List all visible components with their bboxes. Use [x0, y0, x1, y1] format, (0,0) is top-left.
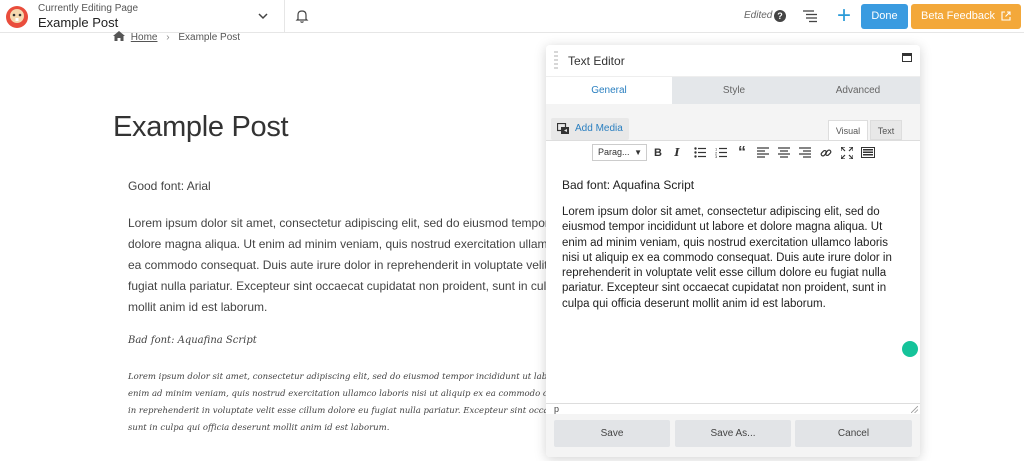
page-caption: Currently Editing Page [38, 3, 139, 14]
cancel-button[interactable]: Cancel [795, 420, 912, 447]
home-icon [113, 31, 125, 41]
editor-paragraph-text: Lorem ipsum dolor sit amet, consectetur … [562, 206, 892, 310]
add-media-label: Add Media [575, 123, 623, 134]
top-bar: Currently Editing Page Example Post Edit… [0, 0, 1024, 33]
window-icon[interactable] [902, 53, 912, 62]
editor-heading-text: Bad font: Aquafina Script [562, 178, 695, 192]
keyboard-icon[interactable] [860, 145, 876, 161]
tab-advanced[interactable]: Advanced [796, 77, 920, 104]
panel-body: Add Media Visual Text Parag... ▼ B I 123… [546, 104, 920, 415]
rich-text-editor[interactable]: Parag... ▼ B I 123 “ Bad font: Aquafina … [546, 140, 920, 415]
panel-header[interactable]: Text Editor [546, 45, 920, 77]
add-content-icon[interactable]: + [836, 4, 852, 28]
element-path[interactable]: p [554, 404, 559, 414]
align-center-icon[interactable] [776, 145, 792, 161]
breadcrumb-current: Example Post [178, 32, 241, 43]
beta-feedback-label: Beta Feedback [921, 10, 995, 22]
blockquote-icon[interactable]: “ [734, 145, 750, 161]
tab-style[interactable]: Style [672, 77, 796, 104]
drag-handle-icon[interactable] [554, 50, 558, 72]
save-button[interactable]: Save [554, 420, 670, 447]
breadcrumb: Home › Example Post [113, 31, 240, 45]
fullscreen-icon[interactable] [839, 145, 855, 161]
grammarly-icon[interactable] [902, 341, 918, 357]
edit-status: Edited [744, 10, 773, 21]
beta-feedback-button[interactable]: Beta Feedback [911, 4, 1021, 29]
panel-tabs: General Style Advanced [546, 77, 920, 104]
add-media-button[interactable]: Add Media [551, 118, 629, 140]
bullet-list-icon[interactable] [692, 145, 708, 161]
divider [284, 0, 285, 33]
post-title: Example Post [113, 111, 289, 143]
align-left-icon[interactable] [755, 145, 771, 161]
tab-general[interactable]: General [546, 77, 672, 104]
italic-icon[interactable]: I [669, 145, 685, 161]
link-icon[interactable] [818, 145, 834, 161]
good-font-label: Good font: Arial [128, 179, 211, 193]
visual-tab[interactable]: Visual [828, 120, 868, 140]
numbered-list-icon[interactable]: 123 [713, 145, 729, 161]
format-select[interactable]: Parag... ▼ [592, 144, 647, 161]
breadcrumb-home-link[interactable]: Home [131, 32, 158, 43]
svg-text:3: 3 [715, 154, 718, 158]
panel-footer: Save Save As... Cancel [546, 414, 920, 457]
panel-title: Text Editor [568, 54, 625, 68]
resize-handle-icon[interactable] [911, 406, 918, 413]
caret-down-icon: ▼ [634, 148, 642, 157]
text-tab[interactable]: Text [870, 120, 902, 140]
page-name: Example Post [38, 15, 119, 30]
media-icon [557, 123, 569, 134]
text-editor-panel: Text Editor General Style Advanced Add M… [546, 45, 920, 457]
outline-list-icon[interactable] [802, 9, 818, 23]
editor-toolbar: Parag... ▼ B I 123 “ [546, 141, 920, 165]
external-link-icon [1001, 11, 1011, 21]
bell-icon[interactable] [294, 8, 310, 24]
align-right-icon[interactable] [797, 145, 813, 161]
help-icon[interactable]: ? [774, 10, 786, 22]
page-switcher[interactable]: Currently Editing Page Example Post [38, 3, 278, 31]
chevron-down-icon[interactable] [256, 9, 270, 23]
format-select-value: Parag... [598, 147, 630, 157]
beaver-logo-icon[interactable] [5, 5, 29, 29]
save-as-button[interactable]: Save As... [675, 420, 791, 447]
bad-font-label: Bad font: Aquafina Script [128, 335, 257, 346]
bold-icon[interactable]: B [650, 145, 666, 161]
done-button[interactable]: Done [861, 4, 908, 29]
breadcrumb-separator: › [166, 32, 170, 43]
